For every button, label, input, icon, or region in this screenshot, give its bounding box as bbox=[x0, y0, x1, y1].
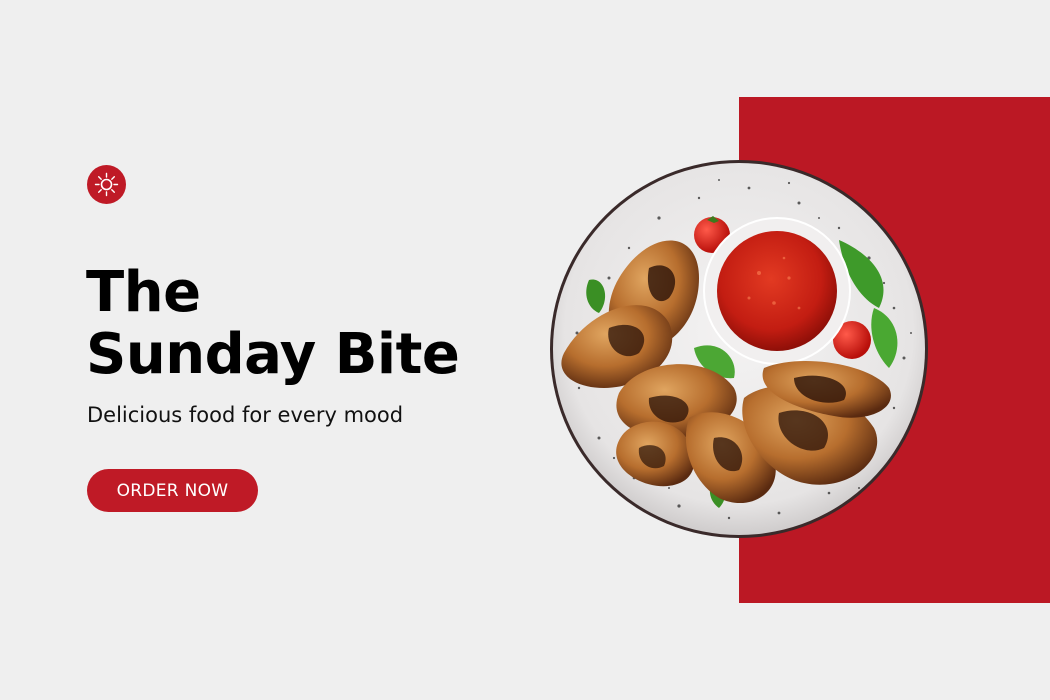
order-now-button[interactable]: ORDER NOW bbox=[87, 469, 258, 512]
tagline: Delicious food for every mood bbox=[87, 403, 404, 427]
promo-banner: The Sunday Bite Delicious food for every… bbox=[0, 0, 1050, 700]
hero-title-line-1: The bbox=[86, 260, 201, 325]
hero-title-line-2: Sunday Bite bbox=[86, 322, 460, 387]
hero-title: The Sunday Bite bbox=[86, 262, 506, 386]
food-plate-image bbox=[549, 158, 931, 540]
sun-logo-badge bbox=[87, 165, 126, 204]
sun-icon bbox=[94, 172, 119, 197]
